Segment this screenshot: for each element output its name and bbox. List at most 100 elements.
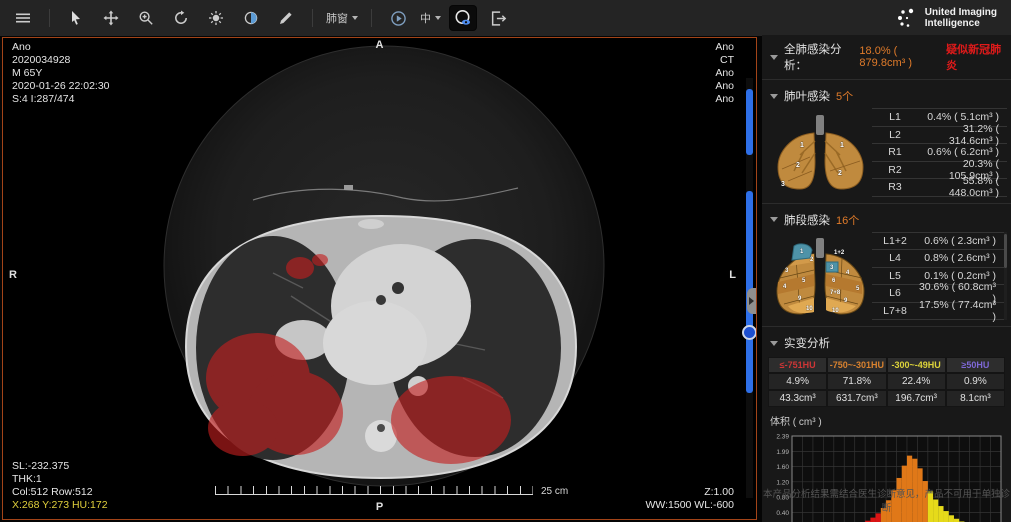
window-preset-dropdown[interactable]: 肺窗	[326, 10, 358, 26]
collapse-triangle-icon	[770, 55, 778, 60]
lobe-section-header[interactable]: 肺叶感染 5个	[762, 82, 1011, 108]
toolbar: 肺窗 中 United Imaging Intelligence	[0, 0, 1011, 36]
section-divider	[762, 203, 1011, 204]
scale-ruler	[215, 486, 533, 495]
overlay-line: Ano	[715, 41, 734, 54]
consolidation-section-header[interactable]: 实变分析	[762, 329, 1011, 355]
hu-range-percent: 22.4%	[887, 373, 946, 390]
chevron-right-icon	[749, 297, 754, 305]
study-info-overlay: Ano CT Ano Ano Ano	[715, 41, 734, 106]
heart	[323, 301, 427, 385]
cine-speed-label: 中	[420, 10, 431, 26]
window-info-overlay: Z:1.00 WW:1500 WL:-600	[645, 486, 734, 512]
lobe-label: 2	[796, 162, 800, 169]
zoom-tool-button[interactable]	[133, 6, 159, 30]
toolbar-divider	[371, 9, 372, 27]
overlay-line: SL:-232.375	[12, 460, 108, 473]
hu-range-volume: 196.7cm³	[887, 390, 946, 407]
svg-text:1.60: 1.60	[776, 464, 789, 471]
row-value: 0.4% ( 5.1cm³ )	[918, 111, 1007, 123]
lobe-count: 5个	[836, 88, 853, 104]
cine-play-button[interactable]	[385, 6, 411, 30]
lobe-title: 肺叶感染	[784, 88, 830, 104]
exit-button[interactable]	[485, 6, 511, 30]
trachea	[816, 115, 824, 135]
bronchus	[392, 282, 404, 294]
row-value: 0.8% ( 2.6cm³ )	[918, 252, 1004, 264]
lobe-label: 1	[800, 142, 804, 149]
disclaimer-text: 本产品分析结果需结合医生诊断意见，产品不可用于单独诊断	[762, 486, 1011, 514]
segment-row[interactable]: L1+20.6% ( 2.3cm³ )	[872, 233, 1004, 251]
wire-connector	[344, 185, 353, 190]
overlay-line: Z:1.00	[645, 486, 734, 499]
scrollbar-thumb[interactable]	[746, 89, 753, 155]
whole-lung-section-header[interactable]: 全肺感染分析： 18.0% ( 879.8cm³ ) 疑似新冠肺炎	[762, 35, 1011, 77]
segment-block: 1 2 3 4 5 9 10 1+2 3 4 6 7+8 5 9 10 L1	[762, 232, 1011, 325]
segment-table: L1+20.6% ( 2.3cm³ )L40.8% ( 2.6cm³ )L50.…	[872, 232, 1004, 321]
segment-row[interactable]: L40.8% ( 2.6cm³ )	[872, 250, 1004, 268]
segment-table-scrollbar[interactable]	[1004, 232, 1007, 321]
diagnosis-badge: 疑似新冠肺炎	[946, 41, 1003, 73]
segment-count: 16个	[836, 212, 859, 228]
overlay-line: S:4 I:287/474	[12, 93, 110, 106]
row-label: L7+8	[872, 305, 918, 317]
menu-icon[interactable]	[10, 6, 36, 30]
logo-text-line2: Intelligence	[925, 18, 997, 29]
hu-range-header: ≥50HU	[946, 357, 1005, 373]
lobe-table: L10.4% ( 5.1cm³ )L231.2% ( 314.6cm³ )R10…	[872, 108, 1007, 197]
sternum	[358, 219, 384, 229]
rotate-tool-button[interactable]	[168, 6, 194, 30]
trachea	[816, 238, 824, 258]
section-divider	[762, 79, 1011, 80]
lesion-overlay-toggle[interactable]	[450, 6, 476, 30]
chevron-down-icon	[352, 16, 358, 20]
hu-range-percent: 0.9%	[946, 373, 1005, 390]
lobe-block: 1 2 3 1 2 L10.4% ( 5.1cm³ )L231.2% ( 314…	[762, 108, 1011, 201]
overlay-line: CT	[715, 54, 734, 67]
cursor-hu-readout: X:268 Y:273 HU:172	[12, 499, 108, 512]
patient-info-overlay: Ano 2020034928 M 65Y 2020-01-26 22:02:30…	[12, 41, 110, 106]
segment-title: 肺段感染	[784, 212, 830, 228]
scale-ruler-label: 25 cm	[541, 486, 568, 497]
overlay-line: THK:1	[12, 473, 108, 486]
slice-info-overlay: SL:-232.375 THK:1 Col:512 Row:512 X:268 …	[12, 460, 108, 512]
segment-row[interactable]: L7+817.5% ( 77.4cm³ )	[872, 303, 1004, 321]
panel-collapse-handle[interactable]	[747, 288, 756, 314]
bronchus	[376, 295, 386, 305]
svg-text:2.39: 2.39	[776, 434, 789, 441]
brightness-tool-button[interactable]	[203, 6, 229, 30]
select-tool-button[interactable]	[63, 6, 89, 30]
hu-range-volume: 8.1cm³	[946, 390, 1005, 407]
app-window: 肺窗 中 United Imaging Intelligence	[0, 0, 1011, 522]
cine-speed-dropdown[interactable]: 中	[420, 10, 441, 26]
scrollbar-thumb[interactable]	[1004, 234, 1007, 268]
overlay-line: WW:1500 WL:-600	[645, 499, 734, 512]
segment-section-header[interactable]: 肺段感染 16个	[762, 206, 1011, 232]
lobe-diagram: 1 2 3 1 2	[768, 108, 872, 197]
overlay-line: 2020034928	[12, 54, 110, 67]
contrast-tool-button[interactable]	[238, 6, 264, 30]
lobe-row[interactable]: L231.2% ( 314.6cm³ )	[872, 127, 1007, 145]
orientation-marker-right: R	[9, 269, 17, 281]
pan-tool-button[interactable]	[98, 6, 124, 30]
ct-axial-image[interactable]	[3, 38, 756, 519]
whole-lung-value: 18.0% ( 879.8cm³ )	[859, 45, 940, 69]
consolidation-title: 实变分析	[784, 335, 830, 351]
united-imaging-logo-icon	[896, 7, 918, 29]
analysis-panel: 全肺感染分析： 18.0% ( 879.8cm³ ) 疑似新冠肺炎 肺叶感染 5…	[762, 35, 1011, 522]
overlay-line: Ano	[715, 93, 734, 106]
annotate-tool-button[interactable]	[273, 6, 299, 30]
row-value: 17.5% ( 77.4cm³ )	[918, 299, 1004, 323]
window-preset-label: 肺窗	[326, 10, 348, 26]
orientation-marker-anterior: A	[376, 39, 384, 51]
row-value: 0.6% ( 6.2cm³ )	[918, 146, 1007, 158]
consolidation-table: ≤-751HU-750~-301HU-300~-49HU≥50HU4.9%71.…	[768, 357, 1005, 407]
row-value: 0.6% ( 2.3cm³ )	[918, 235, 1004, 247]
lobe-row[interactable]: R355.8% ( 448.0cm³ )	[872, 179, 1007, 197]
toolbar-divider	[312, 9, 313, 27]
scrollbar-handle[interactable]	[742, 325, 757, 340]
row-label: R3	[872, 181, 918, 193]
ct-viewport[interactable]: Ano 2020034928 M 65Y 2020-01-26 22:02:30…	[2, 37, 757, 520]
row-label: L2	[872, 129, 918, 141]
row-label: R1	[872, 146, 918, 158]
